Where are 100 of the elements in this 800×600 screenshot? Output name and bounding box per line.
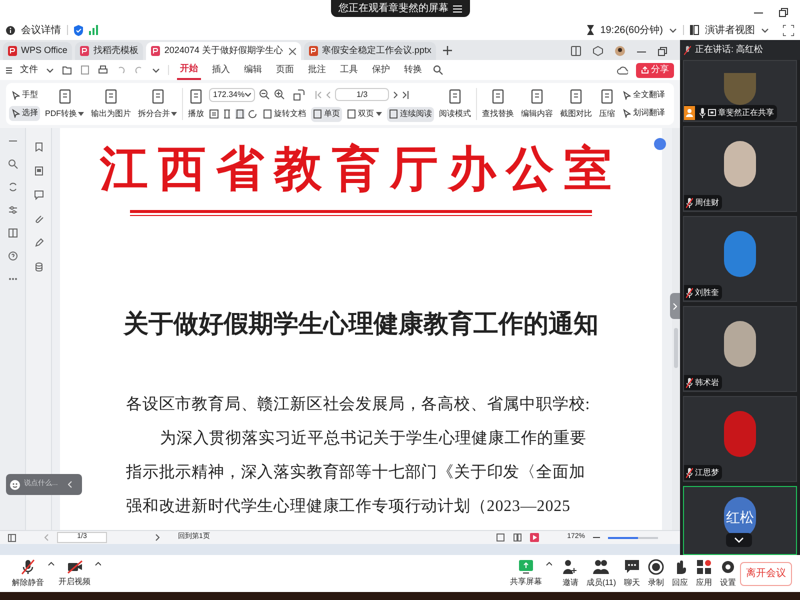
search-icon[interactable]: [8, 159, 18, 169]
ribbon-button[interactable]: 双页: [345, 106, 384, 122]
ribbon-button[interactable]: 编辑内容: [519, 88, 555, 120]
zoom-in-icon[interactable]: [274, 89, 285, 100]
help-icon[interactable]: [8, 251, 18, 261]
ribbon-button[interactable]: 查找替换: [480, 88, 516, 120]
refresh-icon[interactable]: [8, 182, 18, 192]
ribbon-tab[interactable]: 保护: [369, 60, 393, 80]
thumbnail-icon[interactable]: [34, 166, 44, 176]
close-icon[interactable]: [288, 48, 296, 54]
caret-up-icon[interactable]: [48, 561, 54, 566]
start-video-button[interactable]: 开启视频: [54, 560, 94, 588]
single-page-icon[interactable]: [496, 533, 506, 542]
page-field[interactable]: 1/3: [335, 88, 389, 101]
menu-icon[interactable]: [6, 66, 12, 74]
avatar-icon[interactable]: [615, 46, 625, 56]
search-icon[interactable]: [433, 65, 443, 75]
play-icon[interactable]: [530, 533, 540, 542]
ribbon-button[interactable]: 输出为图片: [89, 88, 133, 120]
cloud-icon[interactable]: [617, 66, 628, 74]
ribbon-tab[interactable]: 编辑: [241, 60, 265, 80]
document-tab[interactable]: WPS Office: [3, 42, 72, 60]
actual-size-icon[interactable]: [235, 109, 245, 119]
scrollbar-thumb[interactable]: [674, 328, 678, 368]
ribbon-button[interactable]: 压缩: [597, 88, 617, 120]
layers-icon[interactable]: [34, 262, 44, 272]
caret-icon[interactable]: [46, 68, 54, 72]
toolbar-button[interactable]: 设置: [716, 558, 740, 588]
pen-icon[interactable]: [34, 238, 44, 248]
ribbon-tab[interactable]: 工具: [337, 60, 361, 80]
zoom-out-icon[interactable]: [259, 89, 270, 100]
document-tab[interactable]: 寒假安全稳定工作会议.pptx: [304, 42, 436, 60]
panel-icon[interactable]: [571, 46, 581, 56]
minus-icon[interactable]: [593, 534, 600, 541]
ribbon-button[interactable]: 全文翻译: [620, 88, 667, 102]
fit-page-icon[interactable]: [209, 109, 219, 119]
restore-icon[interactable]: [658, 46, 667, 56]
file-menu[interactable]: 文件: [20, 63, 38, 77]
rotate-icon[interactable]: [293, 88, 305, 100]
plus-icon[interactable]: [443, 46, 452, 55]
sidebar-icon[interactable]: [8, 534, 16, 542]
double-page-icon[interactable]: [513, 533, 522, 542]
share-button[interactable]: 分享: [636, 62, 674, 78]
ribbon-button[interactable]: 播放: [186, 88, 206, 120]
chevron-icon[interactable]: [68, 481, 72, 488]
toolbar-button[interactable]: 录制: [644, 558, 668, 588]
fullscreen-icon[interactable]: [783, 24, 794, 36]
collapse-tab[interactable]: [670, 293, 680, 319]
document-tab[interactable]: 2024074 关于做好假期学生心: [146, 42, 301, 60]
restore-icon[interactable]: [779, 8, 788, 17]
comment-icon[interactable]: [34, 190, 44, 200]
speaker-view-button[interactable]: 演讲者视图: [705, 22, 755, 38]
cube-icon[interactable]: [593, 46, 603, 56]
caret-icon[interactable]: [669, 28, 677, 32]
folder-icon[interactable]: [62, 65, 72, 75]
next-icon[interactable]: [155, 534, 160, 541]
signal-icon[interactable]: [89, 25, 98, 35]
meeting-details-link[interactable]: 会议详情: [21, 22, 61, 38]
split-view-icon[interactable]: [8, 228, 18, 238]
next-icon[interactable]: [393, 90, 398, 98]
caret-icon[interactable]: [152, 68, 160, 72]
toolbar-button[interactable]: 共享屏幕: [506, 559, 546, 588]
unmute-button[interactable]: 解除静音: [8, 558, 48, 588]
rotate-left-icon[interactable]: [248, 109, 258, 119]
fit-width-icon[interactable]: [222, 109, 232, 119]
caret-up-icon[interactable]: [546, 561, 552, 566]
caret-icon[interactable]: [761, 28, 769, 32]
ribbon-button[interactable]: 手型: [9, 88, 40, 102]
ribbon-button[interactable]: 单页: [311, 106, 342, 122]
toolbar-button[interactable]: 聊天: [620, 558, 644, 588]
ribbon-button[interactable]: 选择: [9, 106, 40, 120]
ribbon-tab[interactable]: 批注: [305, 60, 329, 80]
ribbon-tab[interactable]: 页面: [273, 60, 297, 80]
ribbon-tab[interactable]: 转换: [401, 60, 425, 80]
toolbar-button[interactable]: 应用: [692, 558, 716, 588]
toolbar-button[interactable]: 邀请: [558, 558, 582, 588]
document-tab[interactable]: 找稻壳模板: [75, 42, 144, 60]
ribbon-tab[interactable]: 插入: [209, 60, 233, 80]
save-icon[interactable]: [80, 65, 90, 75]
ribbon-button[interactable]: 旋转文档: [261, 106, 308, 122]
ribbon-button[interactable]: 阅读模式: [437, 88, 473, 120]
leave-meeting-button[interactable]: 离开会议: [740, 562, 792, 586]
shield-icon[interactable]: [74, 24, 83, 36]
floating-button[interactable]: [654, 138, 666, 150]
ribbon-button[interactable]: PDF转换: [43, 88, 86, 120]
info-icon[interactable]: [6, 26, 15, 34]
ribbon-button[interactable]: 划词翻译: [620, 106, 667, 120]
ribbon-button[interactable]: 连续阅读: [387, 106, 434, 122]
zoom-field[interactable]: 172.34%: [209, 88, 255, 102]
expand-button[interactable]: [726, 533, 752, 547]
toolbar-button[interactable]: 成员(11): [582, 558, 620, 588]
bookmark-icon[interactable]: [34, 142, 44, 152]
print-icon[interactable]: [98, 65, 108, 75]
sliders-icon[interactable]: [8, 205, 18, 215]
last-page-icon[interactable]: [402, 90, 409, 98]
attachment-icon[interactable]: [34, 214, 44, 224]
ribbon-button[interactable]: 拆分合并: [136, 88, 179, 120]
caret-up-icon[interactable]: [94, 561, 101, 566]
toolbar-button[interactable]: 回应: [668, 558, 692, 588]
ribbon-button[interactable]: 截图对比: [558, 88, 594, 120]
